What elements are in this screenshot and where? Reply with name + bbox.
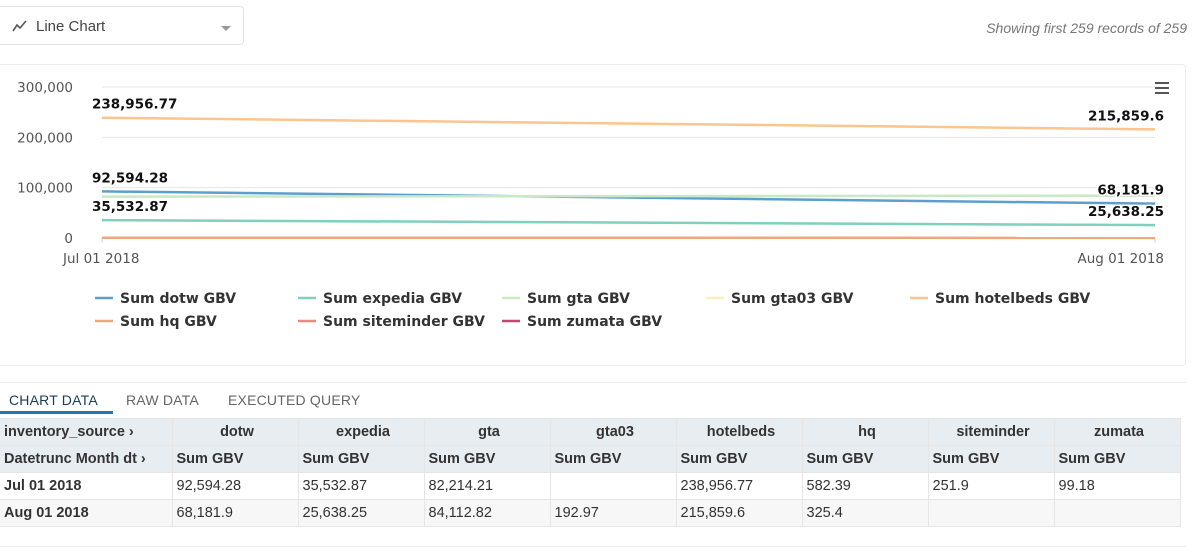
column-header: gta03: [549, 418, 677, 446]
chart-data-table: inventory_source › dotw expedia gta gta0…: [0, 418, 1181, 527]
data-label: 68,181.9: [1097, 183, 1164, 199]
legend-item: Sum gta03 GBV: [731, 291, 854, 307]
table-cell: 325.4: [801, 499, 929, 527]
row-dimension-header[interactable]: Datetrunc Month dt ›: [0, 445, 173, 473]
data-label: 92,594.28: [92, 170, 168, 186]
y-tick-label: 200,000: [17, 130, 73, 146]
table-row: Jul 01 2018 92,594.28 35,532.87 82,214.2…: [0, 472, 1181, 500]
data-label: 35,532.87: [92, 199, 168, 215]
column-header: expedia: [297, 418, 425, 446]
series-line: [101, 116, 1156, 131]
series-line: [101, 218, 1156, 227]
data-label: 238,956.77: [92, 97, 177, 113]
column-header: zumata: [1053, 418, 1181, 446]
table-cell: 582.39: [801, 472, 929, 500]
x-tick-label: Aug 01 2018: [1078, 251, 1164, 267]
table-cell: [549, 472, 677, 500]
metric-header: Sum GBV: [927, 445, 1055, 473]
legend-item: Sum hotelbeds GBV: [935, 291, 1090, 307]
table-cell: 68,181.9: [171, 499, 299, 527]
table-cell: 192.97: [549, 499, 677, 527]
table-cell: 25,638.25: [297, 499, 425, 527]
data-label: 25,638.25: [1088, 204, 1164, 220]
metric-header: Sum GBV: [675, 445, 803, 473]
y-tick-label: 0: [64, 231, 73, 247]
tab-raw-data[interactable]: RAW DATA: [126, 392, 199, 408]
x-tick-label: Jul 01 2018: [62, 251, 139, 267]
pivot-header[interactable]: inventory_source ›: [0, 418, 173, 446]
active-tab-indicator: [0, 411, 113, 414]
y-tick-label: 300,000: [17, 80, 73, 96]
row-date: Jul 01 2018: [0, 472, 173, 500]
table-cell: 251.9: [927, 472, 1055, 500]
data-tabs: CHART DATA RAW DATA EXECUTED QUERY: [0, 382, 1186, 419]
legend-item: Sum hq GBV: [120, 314, 217, 330]
metric-header: Sum GBV: [297, 445, 425, 473]
table-row: Aug 01 2018 68,181.9 25,638.25 84,112.82…: [0, 499, 1181, 527]
column-header: hotelbeds: [675, 418, 803, 446]
table-cell: [927, 499, 1055, 527]
metric-header: Sum GBV: [1053, 445, 1181, 473]
table-header-row: inventory_source › dotw expedia gta gta0…: [0, 418, 1181, 446]
table-cell: 238,956.77: [675, 472, 803, 500]
table-cell: 92,594.28: [171, 472, 299, 500]
column-header: hq: [801, 418, 929, 446]
row-date: Aug 01 2018: [0, 499, 173, 527]
metric-header: Sum GBV: [423, 445, 551, 473]
metric-header: Sum GBV: [549, 445, 677, 473]
table-cell: 84,112.82: [423, 499, 551, 527]
table-cell: 99.18: [1053, 472, 1181, 500]
legend-item: Sum zumata GBV: [527, 314, 662, 330]
legend-item: Sum gta GBV: [527, 291, 630, 307]
metric-header: Sum GBV: [801, 445, 929, 473]
legend-item: Sum expedia GBV: [323, 291, 462, 307]
table-cell: 35,532.87: [297, 472, 425, 500]
column-header: gta: [423, 418, 551, 446]
tab-chart-data[interactable]: CHART DATA: [9, 392, 98, 408]
table-cell: 82,214.21: [423, 472, 551, 500]
tab-executed-query[interactable]: EXECUTED QUERY: [228, 392, 360, 408]
y-tick-label: 100,000: [17, 181, 73, 197]
divider: [0, 546, 1186, 547]
metric-header: Sum GBV: [171, 445, 299, 473]
column-header: siteminder: [927, 418, 1055, 446]
table-cell: 215,859.6: [675, 499, 803, 527]
chart-menu-icon[interactable]: [1155, 82, 1169, 94]
data-label: 215,859.6: [1088, 108, 1164, 124]
column-header: dotw: [171, 418, 299, 446]
table-subheader-row: Datetrunc Month dt › Sum GBV Sum GBV Sum…: [0, 445, 1181, 473]
series-line: [101, 194, 1156, 198]
legend-item: Sum siteminder GBV: [323, 314, 485, 330]
legend-item: Sum dotw GBV: [120, 291, 236, 307]
table-cell: [1053, 499, 1181, 527]
